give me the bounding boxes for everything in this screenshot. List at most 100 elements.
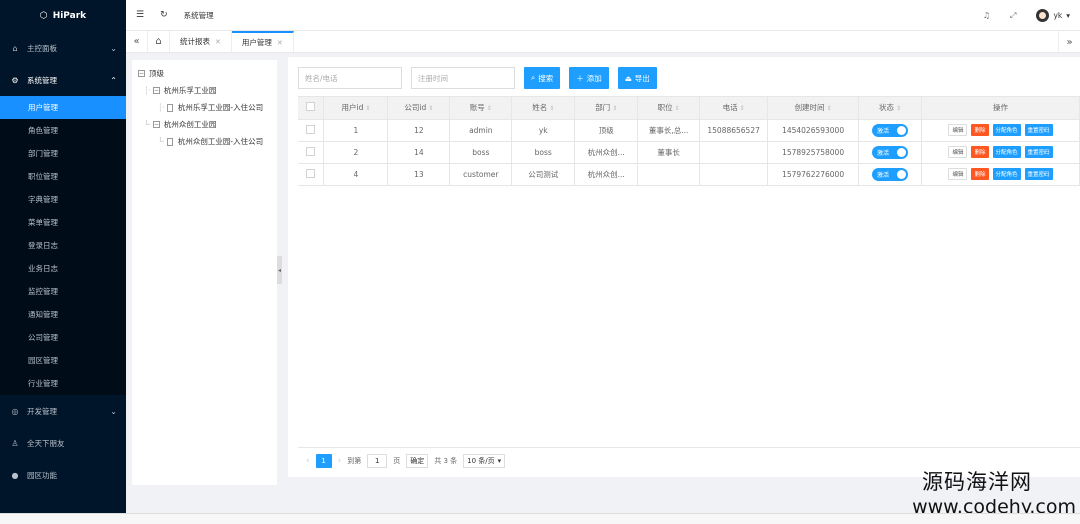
col-status[interactable]: 状态 ⇕ bbox=[858, 97, 923, 120]
goto-confirm-button[interactable]: 确定 bbox=[406, 453, 429, 468]
delete-button[interactable]: 删除 bbox=[971, 124, 989, 136]
col-company-id[interactable]: 公司id ⇕ bbox=[387, 97, 451, 120]
menu-dev[interactable]: ◎ 开发管理 ⌄ bbox=[0, 395, 126, 427]
name-phone-input[interactable]: 姓名/电话 bbox=[298, 67, 402, 89]
reset-password-button[interactable]: 重置密码 bbox=[1024, 146, 1053, 158]
sidebar-item-industries[interactable]: 行业管理 bbox=[0, 372, 126, 395]
status-toggle[interactable]: 激活 bbox=[872, 145, 909, 159]
tree-node[interactable]: └· − 杭州众创工业园 bbox=[138, 116, 271, 133]
file-icon bbox=[166, 137, 173, 146]
goto-page-input[interactable]: 1 bbox=[367, 453, 388, 468]
page-size-select[interactable]: 10 条/页 ▾ bbox=[463, 453, 506, 468]
row-checkbox[interactable] bbox=[306, 168, 316, 178]
col-name[interactable]: 姓名 ⇕ bbox=[511, 97, 576, 120]
col-created[interactable]: 创建时间 ⇕ bbox=[767, 97, 860, 120]
fullscreen-icon[interactable]: ⤢ bbox=[1010, 11, 1016, 21]
reset-password-button[interactable]: 重置密码 bbox=[1024, 168, 1053, 180]
sidebar-item-positions[interactable]: 职位管理 bbox=[0, 165, 126, 188]
tabs-scroll-right-icon[interactable]: » bbox=[1058, 31, 1080, 53]
sidebar-item-login-log[interactable]: 登录日志 bbox=[0, 234, 126, 257]
collapse-icon[interactable]: − bbox=[152, 121, 160, 128]
sort-icon[interactable]: ⇕ bbox=[675, 105, 680, 112]
reset-password-button[interactable]: 重置密码 bbox=[1024, 124, 1053, 136]
file-icon bbox=[166, 103, 173, 112]
sort-icon[interactable]: ⇕ bbox=[740, 105, 745, 112]
table-row: 1 12 admin yk 顶级 董事长,总... 15088656527 14… bbox=[298, 119, 1080, 142]
sort-icon[interactable]: ⇕ bbox=[612, 105, 617, 112]
chevron-up-icon: ⌃ bbox=[110, 75, 117, 85]
sidebar-item-business-log[interactable]: 业务日志 bbox=[0, 257, 126, 280]
row-checkbox[interactable] bbox=[306, 124, 316, 134]
tab-statistics[interactable]: 统计报表 ✕ bbox=[170, 31, 232, 52]
assign-role-button[interactable]: 分配角色 bbox=[992, 146, 1021, 158]
search-icon: ⌕ bbox=[531, 73, 536, 82]
register-time-input[interactable]: 注册时间 bbox=[411, 67, 515, 89]
row-checkbox[interactable] bbox=[306, 146, 316, 156]
sidebar-item-notices[interactable]: 通知管理 bbox=[0, 303, 126, 326]
status-toggle[interactable]: 激活 bbox=[872, 167, 909, 181]
tree-node[interactable]: ┆· 杭州乐孚工业园-入住公司 bbox=[138, 99, 271, 116]
next-page-icon[interactable]: › bbox=[338, 456, 342, 466]
edit-button[interactable]: 编辑 bbox=[948, 124, 968, 136]
col-account[interactable]: 账号 ⇕ bbox=[449, 97, 513, 120]
user-menu[interactable]: yk ▾ bbox=[1036, 9, 1070, 22]
add-button[interactable]: ＋ 添加 bbox=[569, 67, 609, 89]
collapse-icon[interactable]: − bbox=[138, 70, 145, 77]
col-department[interactable]: 部门 ⇕ bbox=[574, 97, 639, 120]
menu-friends[interactable]: ♙ 全天下朋友 bbox=[0, 427, 126, 459]
status-toggle[interactable]: 激活 bbox=[872, 123, 909, 137]
tree-node[interactable]: ┆· − 杭州乐孚工业园 bbox=[138, 82, 271, 99]
home-tab-icon[interactable]: ⌂ bbox=[148, 31, 170, 52]
sidebar-item-dictionary[interactable]: 字典管理 bbox=[0, 188, 126, 211]
tabs-scroll-left-icon[interactable]: « bbox=[126, 31, 148, 52]
caret-down-icon: ▾ bbox=[497, 456, 502, 465]
delete-button[interactable]: 删除 bbox=[971, 146, 989, 158]
tree-node-root[interactable]: − 顶级 bbox=[138, 65, 271, 82]
edit-button[interactable]: 编辑 bbox=[948, 146, 968, 158]
total-count: 共 3 条 bbox=[434, 456, 458, 465]
sidebar-item-users[interactable]: 用户管理 bbox=[0, 96, 126, 119]
avatar bbox=[1036, 9, 1050, 22]
sidebar-item-parks[interactable]: 园区管理 bbox=[0, 349, 126, 372]
export-button[interactable]: ⏏ 导出 bbox=[617, 67, 657, 89]
app-logo[interactable]: ⬡ HiPark bbox=[0, 0, 126, 32]
tab-user-management[interactable]: 用户管理 ✕ bbox=[231, 31, 294, 52]
sidebar-item-roles[interactable]: 角色管理 bbox=[0, 119, 126, 142]
search-button[interactable]: ⌕ 搜索 bbox=[524, 67, 561, 89]
sidebar-item-companies[interactable]: 公司管理 bbox=[0, 326, 126, 349]
menu-park[interactable]: ● 园区功能 bbox=[0, 459, 126, 491]
sort-icon[interactable]: ⇕ bbox=[549, 105, 554, 112]
sidebar-item-monitor[interactable]: 监控管理 bbox=[0, 280, 126, 303]
assign-role-button[interactable]: 分配角色 bbox=[992, 168, 1021, 180]
sort-icon[interactable]: ⇕ bbox=[827, 105, 832, 112]
menu-system[interactable]: ⚙ 系统管理 ⌃ bbox=[0, 64, 126, 96]
site-watermark: 源码海洋网 www.codehy.com bbox=[912, 466, 1076, 518]
tree-node[interactable]: └· 杭州众创工业园-入住公司 bbox=[138, 133, 271, 150]
col-phone[interactable]: 电话 ⇕ bbox=[699, 97, 769, 120]
edit-button[interactable]: 编辑 bbox=[948, 168, 968, 180]
close-icon[interactable]: ✕ bbox=[277, 39, 283, 47]
sort-icon[interactable]: ⇕ bbox=[428, 105, 433, 112]
page-unit: 页 bbox=[393, 456, 401, 465]
refresh-icon[interactable]: ↻ bbox=[160, 10, 168, 20]
assign-role-button[interactable]: 分配角色 bbox=[992, 124, 1021, 136]
panel-splitter-handle[interactable]: ◂ bbox=[277, 256, 282, 284]
sort-icon[interactable]: ⇕ bbox=[487, 105, 492, 112]
close-icon[interactable]: ✕ bbox=[215, 38, 221, 46]
col-position[interactable]: 职位 ⇕ bbox=[637, 97, 701, 120]
bell-icon[interactable]: ♫ bbox=[983, 11, 990, 20]
menu-toggle-icon[interactable]: ☰ bbox=[136, 10, 144, 20]
sidebar-item-departments[interactable]: 部门管理 bbox=[0, 142, 126, 165]
col-user-id[interactable]: 用户id ⇕ bbox=[323, 97, 389, 120]
collapse-icon[interactable]: − bbox=[152, 87, 160, 94]
prev-page-icon[interactable]: ‹ bbox=[306, 456, 310, 466]
breadcrumb[interactable]: 系统管理 bbox=[184, 10, 214, 21]
sort-icon[interactable]: ⇕ bbox=[896, 105, 901, 112]
chevron-down-icon: ⌄ bbox=[110, 43, 117, 53]
sort-icon[interactable]: ⇕ bbox=[365, 105, 370, 112]
current-page[interactable]: 1 bbox=[315, 453, 332, 468]
delete-button[interactable]: 删除 bbox=[971, 168, 989, 180]
sidebar-item-menus[interactable]: 菜单管理 bbox=[0, 211, 126, 234]
select-all-checkbox[interactable] bbox=[306, 102, 316, 112]
menu-dashboard[interactable]: ⌂ 主控面板 ⌄ bbox=[0, 32, 126, 64]
